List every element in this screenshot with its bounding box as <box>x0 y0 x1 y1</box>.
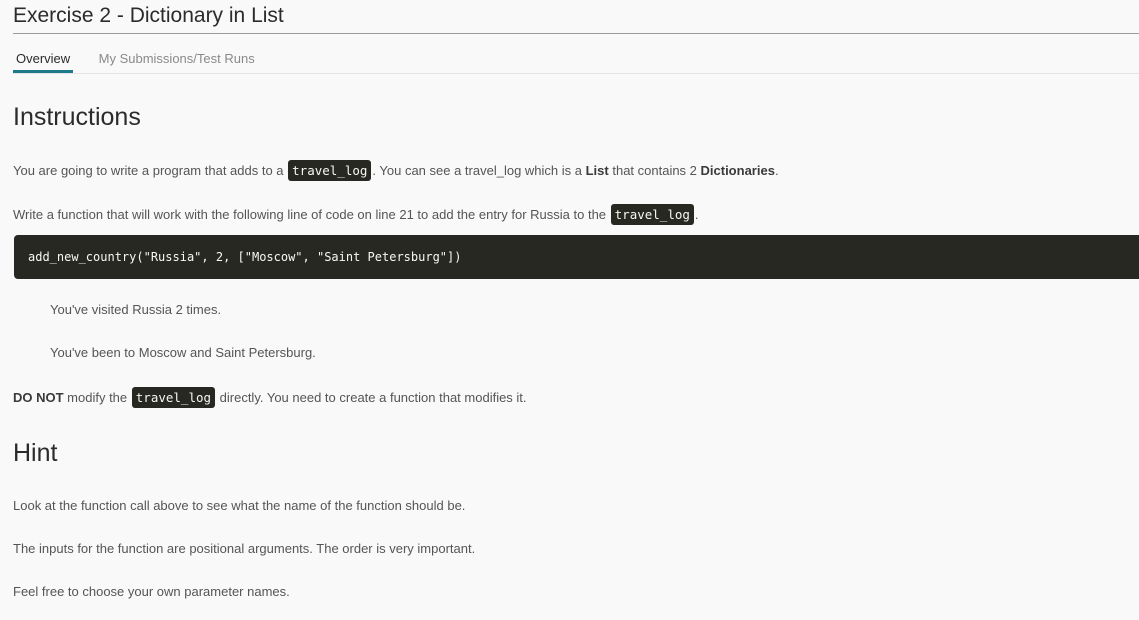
instructions-paragraph-1: You are going to write a program that ad… <box>13 160 779 181</box>
expected-output-line-2: You've been to Moscow and Saint Petersbu… <box>50 345 316 360</box>
text-segment: . You can see a travel_log which is a <box>372 163 586 178</box>
hint-line-2: The inputs for the function are position… <box>13 541 476 556</box>
tab-bar: Overview My Submissions/Test Runs <box>13 48 276 74</box>
bold-do-not: DO NOT <box>13 390 64 405</box>
text-segment: . <box>774 163 779 178</box>
page-title: Exercise 2 - Dictionary in List <box>13 4 284 27</box>
tab-overview[interactable]: Overview <box>13 48 74 73</box>
text-segment: You are going to write a program that ad… <box>13 163 288 178</box>
inline-code-travel-log: travel_log <box>610 204 694 225</box>
text-segment: modify the <box>63 390 131 405</box>
instructions-heading: Instructions <box>13 103 141 131</box>
instructions-paragraph-3: DO NOT modify the travel_log directly. Y… <box>13 387 527 408</box>
tab-my-submissions[interactable]: My Submissions/Test Runs <box>96 48 258 70</box>
inline-code-travel-log: travel_log <box>288 160 372 181</box>
instructions-paragraph-2: Write a function that will work with the… <box>13 204 699 225</box>
hint-heading: Hint <box>13 439 58 467</box>
inline-code-travel-log: travel_log <box>131 387 216 408</box>
text-segment: directly. You need to create a function … <box>216 390 527 405</box>
text-segment: . <box>694 207 699 222</box>
bold-list: List <box>585 163 609 178</box>
code-block: add_new_country("Russia", 2, ["Moscow", … <box>14 235 1139 279</box>
tabs-divider <box>13 73 1139 74</box>
expected-output-line-1: You've visited Russia 2 times. <box>50 302 222 317</box>
bold-dictionaries: Dictionaries <box>700 163 775 178</box>
title-divider <box>13 33 1139 34</box>
hint-line-3: Feel free to choose your own parameter n… <box>13 584 290 599</box>
text-segment: Write a function that will work with the… <box>13 207 610 222</box>
text-segment: that contains 2 <box>608 163 701 178</box>
hint-line-1: Look at the function call above to see w… <box>13 498 466 513</box>
